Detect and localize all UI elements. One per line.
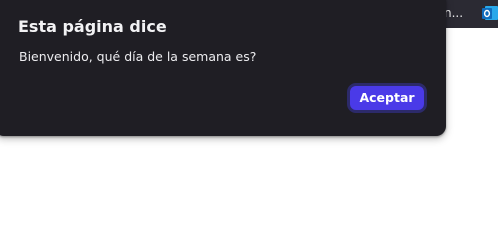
alert-dialog: Esta página dice Bienvenido, qué día de …	[0, 0, 446, 136]
dialog-title: Esta página dice	[18, 17, 167, 36]
outlook-icon[interactable]	[482, 4, 498, 22]
page: n... Esta página dice Bienvenido, qué dí…	[0, 0, 498, 204]
accept-button[interactable]: Aceptar	[347, 83, 427, 113]
bookmark-label[interactable]: n...	[444, 6, 463, 20]
dialog-message: Bienvenido, qué día de la semana es?	[19, 49, 257, 64]
